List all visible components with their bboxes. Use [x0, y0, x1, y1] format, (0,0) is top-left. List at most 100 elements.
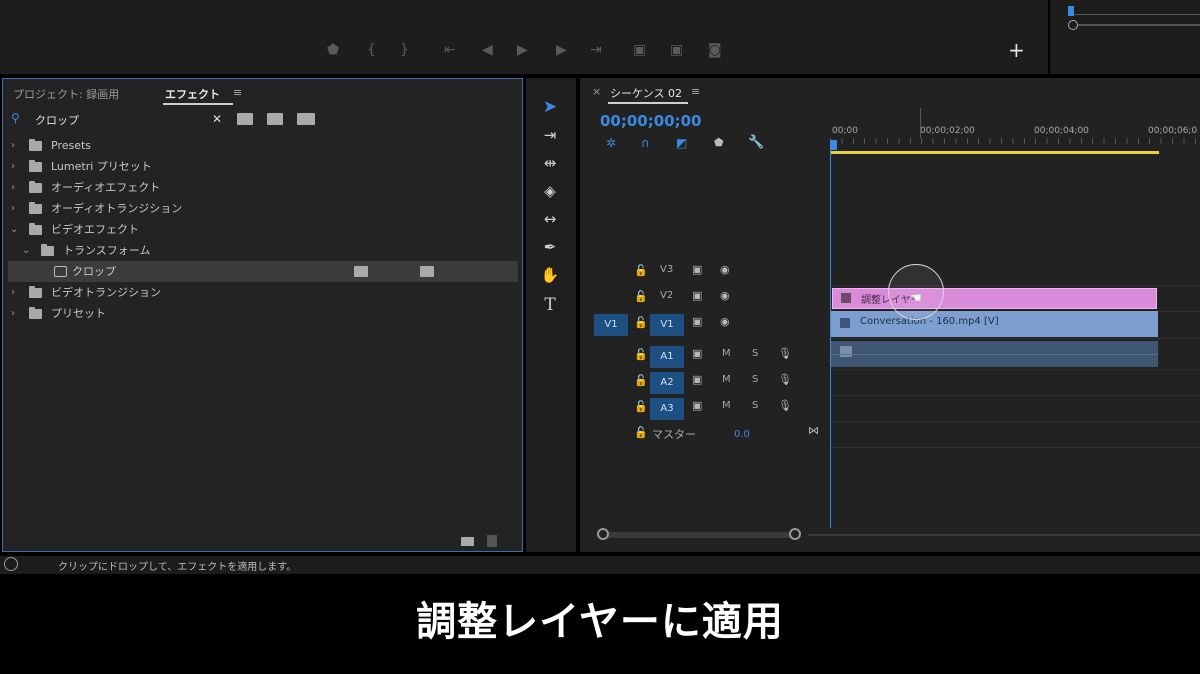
work-area-bar[interactable]: [830, 151, 1159, 154]
chevron-right-icon[interactable]: ›: [11, 177, 21, 198]
extract-icon[interactable]: ▣: [670, 41, 683, 59]
playhead-handle[interactable]: [830, 140, 837, 150]
timeline-scroll-thumb[interactable]: [600, 532, 796, 538]
chevron-down-icon[interactable]: ⌄: [10, 219, 20, 240]
solo-button[interactable]: S: [752, 400, 758, 411]
tab-sequence[interactable]: シーケンス 02: [610, 85, 682, 101]
master-volume-value[interactable]: 0.0: [734, 429, 750, 440]
solo-button[interactable]: S: [752, 374, 758, 385]
source-patch-v1[interactable]: V1: [594, 314, 628, 336]
tree-item-audio-transitions[interactable]: › オーディオトランジション: [3, 198, 522, 219]
lift-icon[interactable]: ▣: [633, 41, 646, 59]
playhead-line[interactable]: [830, 148, 831, 528]
add-marker-icon[interactable]: ⬟: [327, 41, 339, 59]
yuv-icon[interactable]: [297, 113, 315, 125]
accelerated-effects-icon[interactable]: [237, 113, 253, 125]
export-frame-icon[interactable]: ◙: [708, 41, 722, 59]
lock-icon[interactable]: 🔓: [634, 316, 648, 329]
clip-audio[interactable]: [830, 341, 1158, 367]
snap-icon[interactable]: ∩: [641, 136, 650, 150]
chevron-down-icon[interactable]: ⌄: [22, 240, 32, 261]
new-bin-icon[interactable]: [461, 537, 474, 546]
lock-icon[interactable]: 🔓: [634, 400, 648, 413]
creative-cloud-icon[interactable]: [4, 557, 18, 571]
lock-icon[interactable]: 🔓: [634, 374, 648, 387]
sequence-menu-icon[interactable]: ≡: [691, 85, 700, 98]
search-input[interactable]: クロップ: [35, 112, 79, 128]
go-to-in-icon[interactable]: ⇤: [444, 41, 456, 59]
lock-icon[interactable]: 🔓: [634, 264, 648, 277]
trash-icon[interactable]: [487, 535, 497, 547]
tree-item-audio-effects[interactable]: › オーディオエフェクト: [3, 177, 522, 198]
chevron-right-icon[interactable]: ›: [11, 282, 21, 303]
play-icon[interactable]: ▶: [517, 41, 528, 59]
wrench-icon[interactable]: 🔧: [748, 135, 764, 150]
tab-effects[interactable]: エフェクト: [165, 86, 220, 102]
mini-playhead[interactable]: [1068, 6, 1074, 16]
chevron-right-icon[interactable]: ›: [11, 198, 21, 219]
eye-icon[interactable]: ◉: [720, 289, 730, 302]
add-marker-icon[interactable]: ⬟: [714, 136, 724, 149]
mute-button[interactable]: M: [722, 400, 731, 411]
mini-scroll-track[interactable]: [1078, 24, 1200, 26]
close-sequence-icon[interactable]: ×: [592, 85, 601, 98]
sync-lock-icon[interactable]: ▣: [692, 289, 702, 302]
sync-lock-icon[interactable]: ▣: [692, 263, 702, 276]
timecode-display[interactable]: 00;00;00;00: [600, 112, 702, 130]
tree-item-video-effects[interactable]: ⌄ ビデオエフェクト: [3, 219, 522, 240]
tab-project[interactable]: プロジェクト: 録画用: [13, 86, 119, 102]
ripple-edit-tool-icon[interactable]: ⇹: [538, 151, 562, 175]
audio-volume-line[interactable]: [830, 354, 1158, 355]
bowtie-icon[interactable]: ⋈: [808, 424, 819, 437]
sync-lock-icon[interactable]: ▣: [692, 373, 702, 386]
eye-icon[interactable]: ◉: [720, 263, 730, 276]
linked-selection-icon[interactable]: ◩: [676, 136, 687, 150]
track-target-a3[interactable]: A3: [650, 398, 684, 420]
microphone-icon[interactable]: 🎙: [778, 399, 792, 412]
mark-in-icon[interactable]: {: [367, 41, 376, 59]
chevron-right-icon[interactable]: ›: [11, 135, 21, 156]
32bit-color-icon[interactable]: [267, 113, 283, 125]
chevron-right-icon[interactable]: ›: [11, 303, 21, 324]
lock-icon[interactable]: 🔓: [634, 348, 648, 361]
track-target-a1[interactable]: A1: [650, 346, 684, 368]
tree-item-presets-jp[interactable]: › プリセット: [3, 303, 522, 324]
clip-adjustment-layer[interactable]: 調整レイヤー: [832, 288, 1157, 309]
tree-item-presets[interactable]: › Presets: [3, 135, 522, 156]
lock-icon[interactable]: 🔓: [634, 426, 648, 439]
clip-video[interactable]: Conversation - 160.mp4 [V]: [830, 311, 1158, 337]
scroll-zoom-handle-right[interactable]: [789, 528, 801, 540]
sync-lock-icon[interactable]: ▣: [692, 399, 702, 412]
selection-tool-icon[interactable]: ➤: [538, 95, 562, 119]
scroll-zoom-handle-left[interactable]: [597, 528, 609, 540]
sync-lock-icon[interactable]: ▣: [692, 315, 702, 328]
track-target-a2[interactable]: A2: [650, 372, 684, 394]
go-to-out-icon[interactable]: ⇥: [590, 41, 602, 59]
razor-tool-icon[interactable]: ◈: [538, 179, 562, 203]
solo-button[interactable]: S: [752, 348, 758, 359]
time-ruler[interactable]: 00;00 00;00;02;00 00;00;04;00 00;00;06;0: [830, 108, 1200, 154]
type-tool-icon[interactable]: T: [538, 293, 562, 317]
eye-icon[interactable]: ◉: [720, 315, 730, 328]
track-select-tool-icon[interactable]: ⇥: [538, 123, 562, 147]
chevron-right-icon[interactable]: ›: [11, 156, 21, 177]
button-editor-button[interactable]: +: [1008, 40, 1025, 60]
step-back-icon[interactable]: ◀: [482, 41, 493, 59]
nest-toggle-icon[interactable]: ✲: [606, 136, 616, 150]
mute-button[interactable]: M: [722, 348, 731, 359]
track-target-v1[interactable]: V1: [650, 314, 684, 336]
slip-tool-icon[interactable]: ↔: [538, 207, 562, 231]
microphone-icon[interactable]: 🎙: [778, 347, 792, 360]
tree-item-video-transitions[interactable]: › ビデオトランジション: [3, 282, 522, 303]
clear-search-icon[interactable]: ✕: [212, 112, 222, 126]
sync-lock-icon[interactable]: ▣: [692, 347, 702, 360]
hand-tool-icon[interactable]: ✋: [538, 263, 562, 287]
lock-icon[interactable]: 🔓: [634, 290, 648, 303]
pen-tool-icon[interactable]: ✒: [538, 235, 562, 259]
tree-item-lumetri-presets[interactable]: › Lumetri プリセット: [3, 156, 522, 177]
step-forward-icon[interactable]: ▶: [556, 41, 567, 59]
mute-button[interactable]: M: [722, 374, 731, 385]
microphone-icon[interactable]: 🎙: [778, 373, 792, 386]
panel-menu-icon[interactable]: ≡: [233, 86, 242, 99]
tree-item-transform[interactable]: ⌄ トランスフォーム: [3, 240, 522, 261]
